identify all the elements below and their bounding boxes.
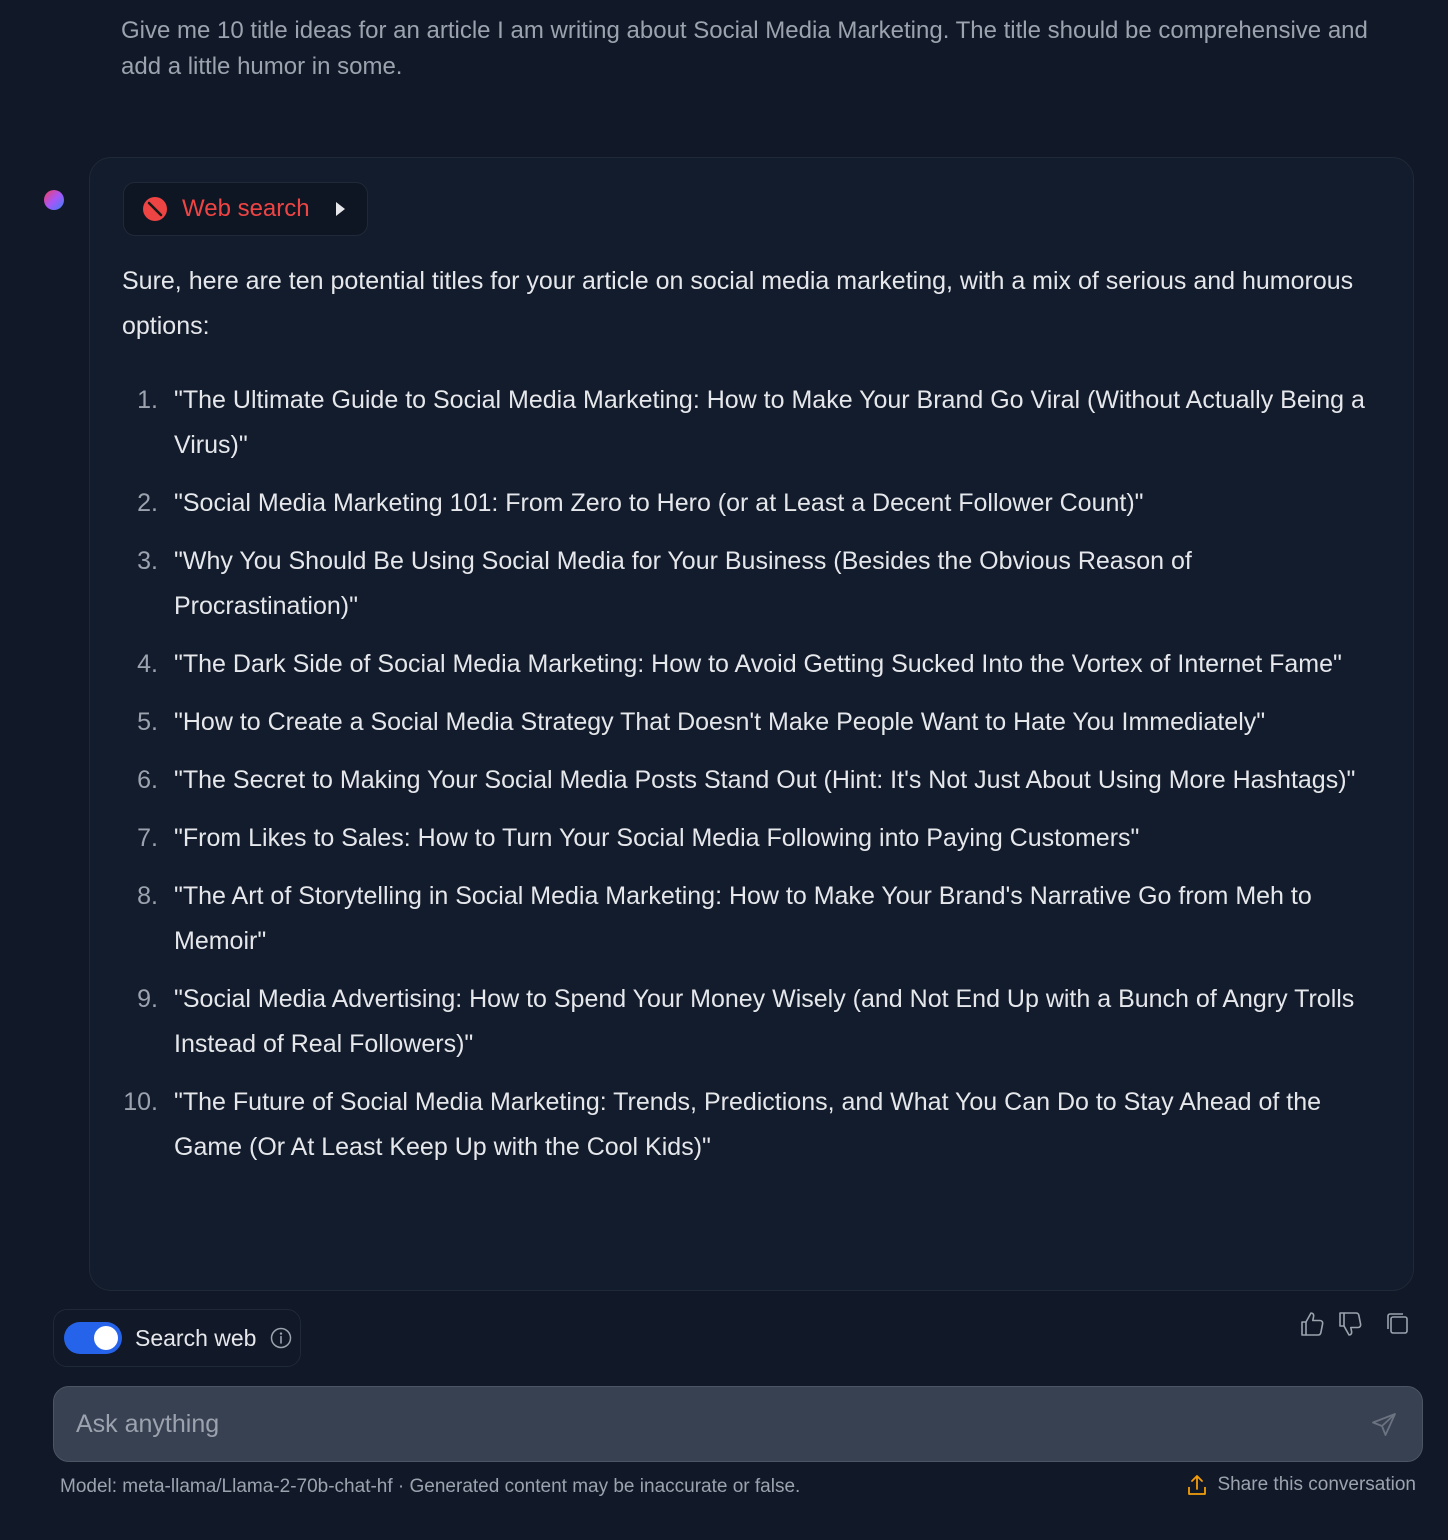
list-item: 2. "Social Media Marketing 101: From Zero… xyxy=(122,481,1382,526)
error-icon xyxy=(143,197,167,221)
copy-icon[interactable] xyxy=(1384,1310,1412,1338)
list-number: 9. xyxy=(137,985,158,1013)
list-item-text: "The Secret to Making Your Social Media … xyxy=(174,766,1356,794)
share-conversation-link[interactable]: Share this conversation xyxy=(1187,1474,1416,1496)
list-number: 10. xyxy=(123,1088,158,1116)
list-number: 1. xyxy=(137,386,158,414)
thumbs-down-icon[interactable] xyxy=(1336,1310,1364,1338)
list-item: 5. "How to Create a Social Media Strategy… xyxy=(122,700,1382,745)
user-prompt: Give me 10 title ideas for an article I … xyxy=(121,17,1368,80)
title-ideas-list: 1. "The Ultimate Guide to Social Media Ma… xyxy=(122,378,1382,1183)
web-search-label: Web search xyxy=(182,195,310,222)
list-number: 2. xyxy=(137,489,158,517)
list-item: 10. "The Future of Social Media Marketing… xyxy=(122,1080,1382,1170)
list-item-text: "From Likes to Sales: How to Turn Your S… xyxy=(174,824,1140,852)
list-item-text: "The Future of Social Media Marketing: T… xyxy=(174,1088,1322,1161)
list-number: 5. xyxy=(137,708,158,736)
assistant-answer-card: Web search Sure, here are ten potential … xyxy=(89,157,1414,1291)
list-item: 1. "The Ultimate Guide to Social Media Ma… xyxy=(122,378,1382,468)
list-item: 7. "From Likes to Sales: How to Turn Your… xyxy=(122,816,1382,861)
assistant-avatar xyxy=(44,190,64,210)
share-upload-icon xyxy=(1188,1475,1207,1495)
list-number: 7. xyxy=(137,824,158,852)
search-web-control: Search web xyxy=(53,1309,301,1367)
toggle-knob xyxy=(94,1326,118,1350)
share-label: Share this conversation xyxy=(1217,1474,1416,1495)
list-item-text: "The Dark Side of Social Media Marketing… xyxy=(174,650,1342,678)
caret-right-icon xyxy=(336,202,345,216)
list-number: 4. xyxy=(137,650,158,678)
list-item: 9. "Social Media Advertising: How to Spen… xyxy=(122,977,1382,1067)
list-item-text: "Why You Should Be Using Social Media fo… xyxy=(174,547,1192,620)
search-web-toggle[interactable] xyxy=(64,1322,122,1354)
list-item-text: "The Ultimate Guide to Social Media Mark… xyxy=(174,386,1365,459)
send-icon[interactable] xyxy=(1370,1411,1398,1439)
list-item-text: "Social Media Marketing 101: From Zero t… xyxy=(174,489,1144,517)
search-web-label: Search web xyxy=(135,1324,257,1351)
list-item: 3. "Why You Should Be Using Social Media … xyxy=(122,539,1382,629)
list-item: 8. "The Art of Storytelling in Social Med… xyxy=(122,874,1382,964)
list-item-text: "The Art of Storytelling in Social Media… xyxy=(174,882,1312,955)
list-number: 8. xyxy=(137,882,158,910)
answer-intro: Sure, here are ten potential titles for … xyxy=(122,267,1354,340)
ask-input-container xyxy=(53,1386,1423,1462)
list-item: 6. "The Secret to Making Your Social Medi… xyxy=(122,758,1382,803)
list-number: 3. xyxy=(137,547,158,575)
thumbs-up-icon[interactable] xyxy=(1298,1310,1326,1338)
list-number: 6. xyxy=(137,766,158,794)
model-disclaimer: Model: meta-llama/Llama-2-70b-chat-hf · … xyxy=(60,1476,801,1497)
list-item-text: "How to Create a Social Media Strategy T… xyxy=(174,708,1266,736)
info-icon[interactable] xyxy=(270,1327,292,1349)
ask-input[interactable] xyxy=(74,1387,1344,1461)
web-search-chip[interactable]: Web search xyxy=(123,182,368,236)
list-item-text: "Social Media Advertising: How to Spend … xyxy=(174,985,1355,1058)
list-item: 4. "The Dark Side of Social Media Marketi… xyxy=(122,642,1382,687)
